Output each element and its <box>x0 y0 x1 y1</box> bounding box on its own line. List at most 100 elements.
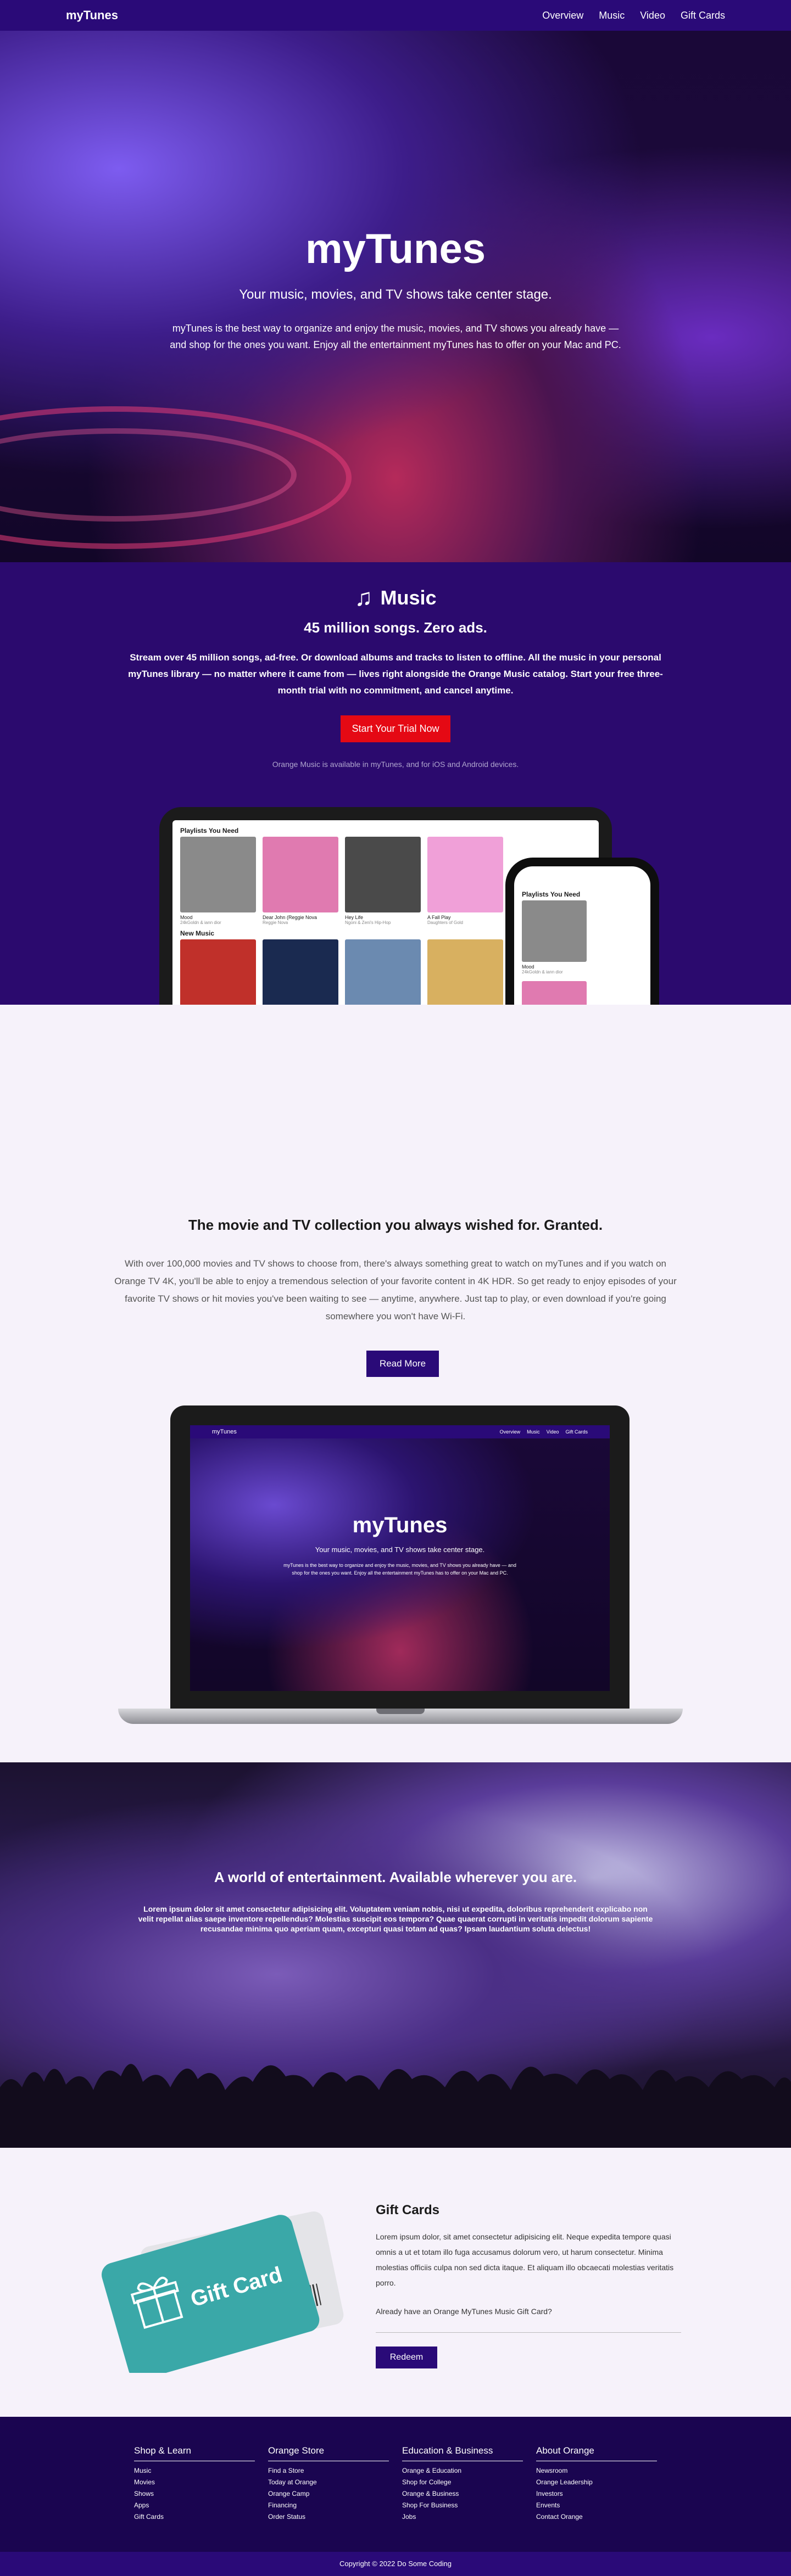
footer-heading: Shop & Learn <box>134 2445 255 2461</box>
footer-link[interactable]: Shows <box>134 2490 254 2497</box>
laptop-screen-subtitle: Your music, movies, and TV shows take ce… <box>315 1545 485 1554</box>
album-artwork <box>345 939 421 1015</box>
footer-heading: About Orange <box>536 2445 657 2461</box>
footer-link[interactable]: Order Status <box>268 2513 388 2521</box>
album-artwork <box>427 939 503 1015</box>
laptop-screen-link: Music <box>527 1429 540 1435</box>
album-name: Mood <box>522 964 534 970</box>
album-name: Mood <box>180 915 193 920</box>
album-artwork <box>263 939 338 1015</box>
section-heading: Playlists You Need <box>522 891 581 898</box>
album-artist: Daughters of Gold <box>427 920 463 925</box>
nav-link-gift-cards[interactable]: Gift Cards <box>681 10 725 21</box>
footer-link[interactable]: Shop for College <box>402 2478 522 2486</box>
footer-heading: Orange Store <box>268 2445 389 2461</box>
footer-link[interactable]: Orange & Business <box>402 2490 522 2497</box>
laptop-bezel: myTunes Overview Music Video Gift Cards … <box>170 1405 630 1711</box>
album-card[interactable]: Dear John (Reggie NovaReggie Nova <box>263 837 338 925</box>
music-description: Stream over 45 million songs, ad-free. O… <box>128 652 663 696</box>
footer-column: Education & Business Orange & Education Sh… <box>402 2445 523 2521</box>
laptop-screen-link: Overview <box>499 1429 521 1435</box>
album-artist: 24kGoldn & iann dior <box>522 970 563 975</box>
music-title-text: Music <box>380 586 437 609</box>
footer-link[interactable]: Financing <box>268 2501 388 2509</box>
album-artwork <box>522 900 587 962</box>
hero-description: myTunes is the best way to organize and … <box>170 323 621 350</box>
nav-link-video[interactable]: Video <box>640 10 665 21</box>
music-availability-note: Orange Music is available in myTunes, an… <box>272 760 519 769</box>
hero-subtitle: Your music, movies, and TV shows take ce… <box>239 287 552 302</box>
redeem-button[interactable]: Redeem <box>376 2347 437 2368</box>
footer-link[interactable]: Orange Leadership <box>536 2478 656 2486</box>
music-title: ♫ Music <box>0 584 791 612</box>
concert-section: A world of entertainment. Available wher… <box>0 1762 791 2148</box>
movies-description: With over 100,000 movies and TV shows to… <box>114 1258 677 1321</box>
nav-link-overview[interactable]: Overview <box>542 10 583 21</box>
laptop-screen-link: Gift Cards <box>565 1429 588 1435</box>
movies-section: The movie and TV collection you always w… <box>0 1005 791 1762</box>
top-navbar: myTunes Overview Music Video Gift Cards <box>0 0 791 31</box>
album-artwork <box>180 837 256 912</box>
footer-link[interactable]: Movies <box>134 2478 254 2486</box>
gift-description: Lorem ipsum dolor, sit amet consectetur … <box>376 2232 674 2287</box>
gift-card-image: Gift Card <box>88 2197 374 2380</box>
laptop-screen-description: myTunes is the best way to organize and … <box>283 1563 516 1576</box>
album-name: Dear John (Reggie Nova <box>263 915 317 920</box>
album-name: Hey Life <box>345 915 364 920</box>
album-artist: 24kGoldn & iann dior <box>180 920 221 925</box>
concert-description: Lorem ipsum dolor sit amet consectetur a… <box>138 1905 653 1933</box>
footer-link[interactable]: Contact Orange <box>536 2513 656 2521</box>
section-heading: Playlists You Need <box>180 827 239 835</box>
copyright: Copyright © 2022 Do Some Coding <box>0 2552 791 2576</box>
album-name: A Fall Play <box>427 915 451 920</box>
hero-title: myTunes <box>305 226 486 272</box>
album-artwork <box>345 837 421 912</box>
footer-link[interactable]: Music <box>134 2467 254 2474</box>
footer-column: About Orange Newsroom Orange Leadership Inv… <box>536 2445 657 2521</box>
footer-link[interactable]: Newsroom <box>536 2467 656 2474</box>
movies-title: The movie and TV collection you always w… <box>188 1217 603 1233</box>
footer-link[interactable]: Today at Orange <box>268 2478 388 2486</box>
laptop-screen-link: Video <box>546 1429 559 1435</box>
album-card[interactable]: Mood 24kGoldn & iann dior <box>180 837 256 925</box>
gift-title: Gift Cards <box>376 2203 440 2217</box>
hero-content: myTunes Your music, movies, and TV shows… <box>0 225 791 353</box>
footer-column: Orange Store Find a Store Today at Orange O… <box>268 2445 389 2521</box>
divider <box>376 2332 681 2333</box>
footer-link[interactable]: Orange Camp <box>268 2490 388 2497</box>
footer-link[interactable]: Investors <box>536 2490 656 2497</box>
footer-link[interactable]: Find a Store <box>268 2467 388 2474</box>
concert-title: A world of entertainment. Available wher… <box>214 1869 577 1885</box>
album-artwork <box>427 837 503 912</box>
start-trial-button[interactable]: Start Your Trial Now <box>341 715 450 742</box>
laptop-screen: myTunes Overview Music Video Gift Cards … <box>190 1425 610 1691</box>
crowd-silhouette <box>0 2064 791 2148</box>
laptop-screen-navbar: myTunes Overview Music Video Gift Cards <box>190 1425 610 1438</box>
album-card[interactable]: Mood 24kGoldn & iann dior <box>522 900 587 975</box>
footer-link[interactable]: Envents <box>536 2501 656 2509</box>
music-subtitle: 45 million songs. Zero ads. <box>304 619 487 636</box>
laptop-screen-hero: myTunes Your music, movies, and TV shows… <box>190 1513 610 1577</box>
footer-column: Shop & Learn Music Movies Shows Apps Gift Car… <box>134 2445 255 2521</box>
laptop-screen-title: myTunes <box>352 1513 448 1537</box>
laptop-notch <box>376 1709 425 1714</box>
album-artist: Ngoni & Zeni's Hip-Hop <box>345 920 391 925</box>
album-card[interactable]: A Fall Play Daughters of Gold <box>427 837 503 925</box>
footer-link[interactable]: Apps <box>134 2501 254 2509</box>
hero-section: myTunes Your music, movies, and TV shows… <box>0 0 791 562</box>
footer-columns: Shop & Learn Music Movies Shows Apps Gift Car… <box>0 2417 791 2521</box>
laptop-screen-logo: myTunes <box>212 1429 237 1435</box>
footer-heading: Education & Business <box>402 2445 523 2461</box>
nav-link-music[interactable]: Music <box>599 10 625 21</box>
footer-link[interactable]: Orange & Education <box>402 2467 522 2474</box>
nav-links: Overview Music Video Gift Cards <box>542 10 725 21</box>
music-note-icon: ♫ <box>354 584 373 611</box>
read-more-button[interactable]: Read More <box>366 1351 439 1377</box>
footer-link[interactable]: Jobs <box>402 2513 522 2521</box>
logo[interactable]: myTunes <box>66 8 118 23</box>
footer-link[interactable]: Gift Cards <box>134 2513 254 2521</box>
gift-card-section: Gift Card Gift Cards Lorem ipsum dolor, … <box>0 2148 791 2417</box>
gift-question: Already have an Orange MyTunes Music Gif… <box>376 2307 552 2316</box>
footer-link[interactable]: Shop For Business <box>402 2501 522 2509</box>
album-card[interactable]: Hey Life Ngoni & Zeni's Hip-Hop <box>345 837 421 925</box>
